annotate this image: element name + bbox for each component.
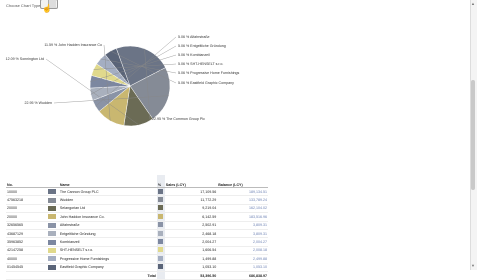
cell-pct-bar xyxy=(156,229,165,239)
pie-data-label: 12.09 % Sonnington Ltd xyxy=(6,57,44,61)
col-name[interactable]: Name xyxy=(58,175,157,188)
cell-name[interactable]: John Haddon Insurance Co. xyxy=(58,212,157,222)
table-row[interactable]: 01454545 Eastfield Graphic Company 1,053.1… xyxy=(6,263,268,272)
pie-data-label: 5.06 % Entgeltliche Gründung xyxy=(178,44,226,48)
cell-balance-link[interactable]: 162,104.02 xyxy=(217,204,268,214)
cell-balance-link[interactable]: 3,809.31 xyxy=(217,221,268,230)
col-balance[interactable]: Balance (LCY) xyxy=(217,175,268,188)
cell-pct-bar xyxy=(156,263,165,272)
cell-pct-bar xyxy=(156,187,165,197)
scroll-down-icon[interactable]: ▼ xyxy=(471,263,475,268)
col-color xyxy=(46,175,59,188)
row-color-swatch xyxy=(46,187,59,197)
row-color-swatch xyxy=(46,212,59,222)
cell-name[interactable]: SHT-HENSELT s.r.o. xyxy=(58,246,157,256)
cell-sales: 1,053.10 xyxy=(164,263,218,272)
cell-name[interactable]: Selangorian Ltd xyxy=(58,204,157,214)
total-balance: 686,838.97 xyxy=(217,271,268,280)
cell-no[interactable]: 01454545 xyxy=(6,263,47,272)
total-label: Total xyxy=(58,271,157,280)
cell-sales: 2,468.18 xyxy=(164,229,218,239)
cell-no[interactable]: 40000 xyxy=(6,254,47,264)
cell-balance-link[interactable]: 2,499.88 xyxy=(217,254,268,264)
pie-data-label: 5.06 % Eastfield Graphic Company xyxy=(178,81,234,85)
table-row[interactable]: 42147258 SHT-HENSELT s.r.o. 1,606.54 2,008.… xyxy=(6,246,268,256)
cell-name[interactable]: The Cannon Group PLC xyxy=(58,187,157,197)
row-color-swatch xyxy=(46,221,59,230)
row-color-swatch xyxy=(46,195,59,205)
table-row[interactable]: 47563218 Wudden 11,772.29 133,789.24 xyxy=(6,195,268,205)
pie-chart: 22.95 % The Common Group Plc 22.95 % Wudd… xyxy=(6,35,240,127)
cell-name[interactable]: Eastfield Graphic Company xyxy=(58,263,157,272)
cell-name[interactable]: Kombianzeil xyxy=(58,237,157,247)
cell-balance-link[interactable]: 2,004.27 xyxy=(217,237,268,247)
pie-data-label: 22.95 % The Common Group Plc xyxy=(152,117,205,121)
cell-sales: 9,219.04 xyxy=(164,204,218,214)
row-color-swatch xyxy=(46,229,59,239)
cell-sales: 11,772.29 xyxy=(164,195,218,205)
cell-no[interactable]: 10000 xyxy=(6,187,47,197)
table-row[interactable]: 35963852 Kombianzeil 2,004.27 2,004.27 xyxy=(6,237,268,247)
row-color-swatch xyxy=(46,263,59,272)
scrollbar-thumb[interactable] xyxy=(471,80,475,190)
row-color-swatch xyxy=(46,204,59,214)
table-header-row: No. Name % Sales (LCY) Balance (LCY) xyxy=(6,175,268,188)
total-sales: 53,396.50 xyxy=(164,271,218,280)
pie-data-label: 11.59 % John Hadden Insurance Co xyxy=(44,43,102,47)
cell-no[interactable]: 32656565 xyxy=(6,221,47,230)
row-color-swatch xyxy=(46,246,59,256)
row-color-swatch xyxy=(46,237,59,247)
cell-pct-bar xyxy=(156,254,165,264)
cell-pct-bar xyxy=(156,221,165,230)
cell-pct-bar xyxy=(156,204,165,214)
cell-balance-link[interactable]: 183,516.96 xyxy=(217,212,268,222)
col-no[interactable]: No. xyxy=(6,175,47,188)
pie-data-label: 22.95 % Wudden xyxy=(24,101,52,105)
cell-pct-bar xyxy=(156,237,165,247)
cell-sales: 1,499.88 xyxy=(164,254,218,264)
row-color-swatch xyxy=(46,254,59,264)
cell-balance-link[interactable]: 2,008.18 xyxy=(217,246,268,256)
cell-no[interactable]: 20000 xyxy=(6,204,47,214)
cell-name[interactable]: Entgeltliche Gründung xyxy=(58,229,157,239)
cell-no[interactable]: 43687129 xyxy=(6,229,47,239)
cell-no[interactable]: 42147258 xyxy=(6,246,47,256)
cell-pct-bar xyxy=(156,246,165,256)
col-pct[interactable]: % xyxy=(156,175,165,188)
cell-sales: 2,004.27 xyxy=(164,237,218,247)
pie-data-label: 5.06 % SHT-HENSELT s.r.o. xyxy=(178,62,223,66)
cell-sales: 2,502.91 xyxy=(164,221,218,230)
cell-name[interactable]: Alfahrstraße xyxy=(58,221,157,230)
cell-sales: 6,142.59 xyxy=(164,212,218,222)
cell-sales: 1,606.54 xyxy=(164,246,218,256)
table-row[interactable]: 20000 Selangorian Ltd 9,219.04 162,104.02 xyxy=(6,204,268,214)
scroll-up-icon[interactable]: ▲ xyxy=(471,1,475,6)
cell-pct-bar xyxy=(156,212,165,222)
pie-data-label: 5.06 % Progressive Home Furnishings xyxy=(178,71,240,75)
pie-data-label: 5.06 % Alfahrstraße xyxy=(178,35,210,39)
cell-no[interactable]: 47563218 xyxy=(6,195,47,205)
table-row[interactable]: 32656565 Alfahrstraße 2,502.91 3,809.31 xyxy=(6,221,268,230)
cell-name[interactable]: Wudden xyxy=(58,195,157,205)
cell-no[interactable]: 20000 xyxy=(6,212,47,222)
pie-data-label: 5.06 % Kombianzeil xyxy=(178,53,210,57)
cell-balance-link[interactable]: 189,134.51 xyxy=(217,187,268,197)
col-sales[interactable]: Sales (LCY) xyxy=(164,175,218,188)
cell-balance-link[interactable]: 133,789.24 xyxy=(217,195,268,205)
total-row: Total 53,396.50 686,838.97 xyxy=(6,271,268,280)
table-row[interactable]: 10000 The Cannon Group PLC 17,109.56 189,13… xyxy=(6,187,268,197)
cell-balance-link[interactable]: 3,809.31 xyxy=(217,229,268,239)
table-row[interactable]: 43687129 Entgeltliche Gründung 2,468.18 3,8… xyxy=(6,229,268,239)
cell-sales: 17,109.56 xyxy=(164,187,218,197)
table-row[interactable]: 20000 John Haddon Insurance Co. 6,142.59 18… xyxy=(6,212,268,222)
table-row[interactable]: 40000 Progressive Home Furnishings 1,499.8… xyxy=(6,254,268,264)
cell-pct-bar xyxy=(156,195,165,205)
customer-table: No. Name % Sales (LCY) Balance (LCY) 100… xyxy=(6,175,268,280)
cell-name[interactable]: Progressive Home Furnishings xyxy=(58,254,157,264)
cell-balance-link[interactable]: 1,053.10 xyxy=(217,263,268,272)
cell-no[interactable]: 35963852 xyxy=(6,237,47,247)
